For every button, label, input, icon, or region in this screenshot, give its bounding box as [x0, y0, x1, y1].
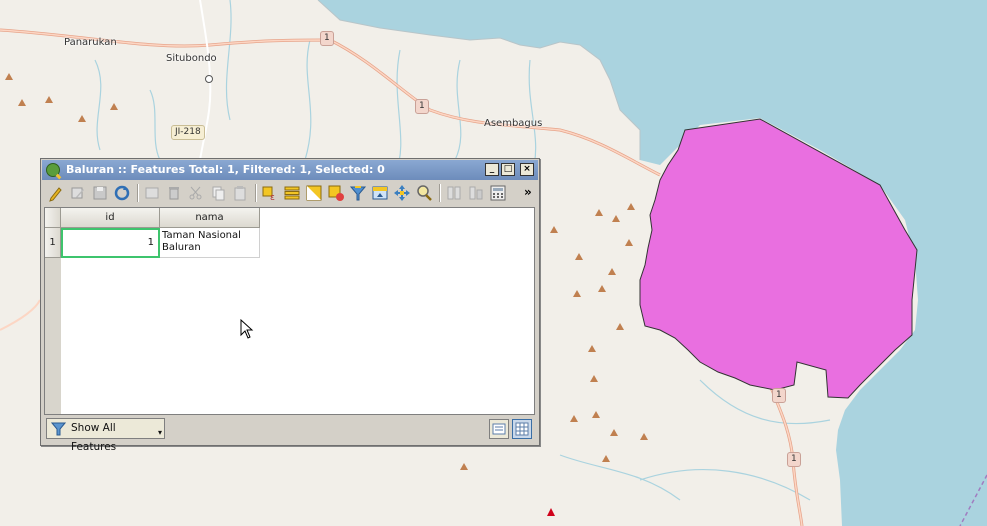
- toggle-editing-icon[interactable]: [47, 184, 65, 202]
- reload-icon[interactable]: [113, 184, 131, 202]
- corner-header[interactable]: [45, 208, 61, 228]
- table-view-icon: [515, 422, 529, 436]
- cut-icon[interactable]: [187, 184, 205, 202]
- window-titlebar[interactable]: Baluran :: Features Total: 1, Filtered: …: [42, 160, 538, 180]
- cell-text-line: Baluran: [162, 242, 201, 253]
- svg-text:ε: ε: [270, 193, 275, 202]
- table-view-button[interactable]: [512, 419, 532, 439]
- paste-icon[interactable]: [231, 184, 249, 202]
- pan-to-selected-icon[interactable]: [393, 184, 411, 202]
- form-view-button[interactable]: [489, 419, 509, 439]
- add-feature-icon[interactable]: [143, 184, 161, 202]
- delete-feature-icon[interactable]: [165, 184, 183, 202]
- table-cell-nama[interactable]: Taman Nasional Baluran: [160, 228, 260, 258]
- toolbar-separator: [255, 184, 257, 202]
- town-dot-icon: [205, 75, 213, 83]
- show-all-features-label: Show All Features: [71, 422, 117, 453]
- invert-selection-icon[interactable]: [305, 184, 323, 202]
- deselect-all-icon[interactable]: [327, 184, 345, 202]
- toolbar-separator: [439, 184, 441, 202]
- place-label-situbondo: Situbondo: [166, 53, 217, 64]
- road-shield: 1: [415, 99, 429, 114]
- delete-field-icon[interactable]: [467, 184, 485, 202]
- place-label-panarukan: Panarukan: [64, 37, 117, 48]
- select-all-icon[interactable]: [283, 184, 301, 202]
- multi-edit-icon[interactable]: [69, 184, 87, 202]
- column-header-id[interactable]: id: [61, 208, 160, 228]
- window-title: Baluran :: Features Total: 1, Filtered: …: [66, 163, 385, 176]
- table-cell-id[interactable]: 1: [61, 228, 160, 258]
- filter-icon: [51, 422, 66, 436]
- bottom-bar: Show All Features ▾: [43, 417, 537, 453]
- move-selection-top-icon[interactable]: [371, 184, 389, 202]
- qgis-logo-icon: [46, 163, 60, 177]
- road-shield: 1: [320, 31, 334, 46]
- filter-selected-icon[interactable]: [349, 184, 367, 202]
- road-shield: JI-218: [171, 125, 205, 140]
- row-header[interactable]: 1: [45, 228, 61, 258]
- chevron-down-icon: ▾: [157, 428, 162, 437]
- maximize-button[interactable]: □: [501, 163, 515, 176]
- copy-icon[interactable]: [209, 184, 227, 202]
- form-view-icon: [492, 423, 506, 435]
- road-shield: 1: [787, 452, 801, 467]
- select-expression-icon[interactable]: ε: [261, 184, 279, 202]
- mouse-cursor-icon: [240, 319, 254, 339]
- field-calculator-icon[interactable]: [489, 184, 507, 202]
- attribute-toolbar: ε »: [43, 181, 537, 205]
- row-header-gutter: [45, 258, 61, 414]
- toolbar-separator: [137, 184, 139, 202]
- more-tools-button[interactable]: »: [524, 185, 532, 199]
- save-edits-icon[interactable]: [91, 184, 109, 202]
- zoom-to-selected-icon[interactable]: [415, 184, 433, 202]
- attribute-table-grid[interactable]: id nama 1 1 Taman Nasional Baluran: [44, 207, 535, 415]
- new-field-icon[interactable]: [445, 184, 463, 202]
- place-label-asembagus: Asembagus: [484, 118, 543, 129]
- cell-text-line: Taman Nasional: [162, 230, 241, 241]
- road-shield: 1: [772, 388, 786, 403]
- attribute-table-window[interactable]: Baluran :: Features Total: 1, Filtered: …: [40, 158, 540, 453]
- minimize-button[interactable]: _: [485, 163, 499, 176]
- show-all-features-dropdown[interactable]: Show All Features ▾: [46, 418, 165, 453]
- close-button[interactable]: ×: [520, 163, 534, 176]
- column-header-nama[interactable]: nama: [160, 208, 260, 228]
